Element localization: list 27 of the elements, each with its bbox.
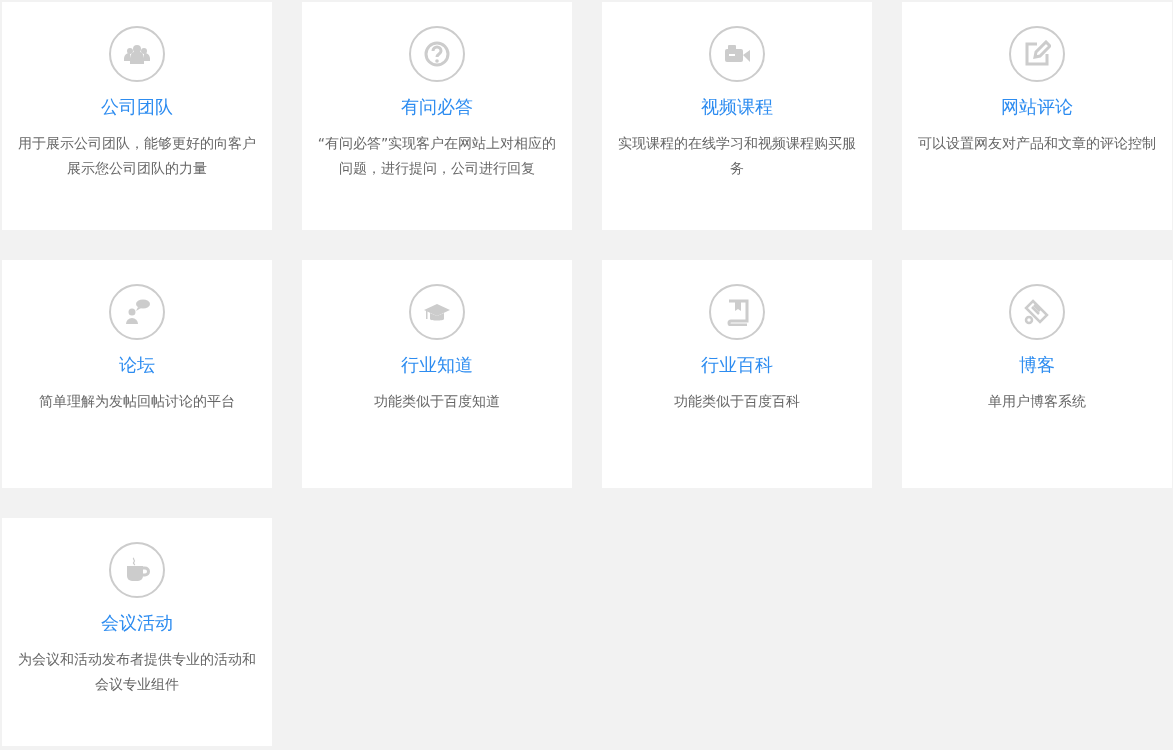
- card-title: 论坛: [119, 353, 155, 377]
- card-description: 单用户博客系统: [987, 392, 1087, 411]
- card-description: 功能类似于百度百科: [673, 392, 801, 411]
- card-title: 公司团队: [101, 95, 173, 119]
- card-description: 实现课程的在线学习和视频课程购买服务: [617, 134, 857, 178]
- card-title: 会议活动: [101, 611, 173, 635]
- feature-card[interactable]: 有问必答 “有问必答”实现客户在网站上对相应的问题，进行提问，公司进行回复: [302, 2, 572, 230]
- card-description: “有问必答”实现客户在网站上对相应的问题，进行提问，公司进行回复: [316, 134, 558, 178]
- feature-card[interactable]: 行业知道 功能类似于百度知道: [302, 260, 572, 488]
- feature-card[interactable]: 网站评论 可以设置网友对产品和文章的评论控制: [902, 2, 1172, 230]
- card-description: 功能类似于百度知道: [373, 392, 501, 411]
- feature-card[interactable]: 行业百科 功能类似于百度百科: [602, 260, 872, 488]
- card-description: 为会议和活动发布者提供专业的活动和会议专业组件: [17, 650, 257, 694]
- card-description: 用于展示公司团队，能够更好的向客户展示您公司团队的力量: [17, 134, 257, 178]
- card-title: 行业百科: [701, 353, 773, 377]
- card-title: 有问必答: [401, 95, 473, 119]
- feature-card[interactable]: 公司团队 用于展示公司团队，能够更好的向客户展示您公司团队的力量: [2, 2, 272, 230]
- feature-card[interactable]: 会议活动 为会议和活动发布者提供专业的活动和会议专业组件: [2, 518, 272, 746]
- card-title: 网站评论: [1001, 95, 1073, 119]
- card-title: 行业知道: [401, 353, 473, 377]
- feature-card[interactable]: 论坛 简单理解为发帖回帖讨论的平台: [2, 260, 272, 488]
- card-title: 视频课程: [701, 95, 773, 119]
- feature-card[interactable]: 博客 单用户博客系统: [902, 260, 1172, 488]
- feature-card[interactable]: 视频课程 实现课程的在线学习和视频课程购买服务: [602, 2, 872, 230]
- card-description: 简单理解为发帖回帖讨论的平台: [38, 392, 236, 411]
- card-title: 博客: [1019, 353, 1055, 377]
- card-description: 可以设置网友对产品和文章的评论控制: [917, 134, 1157, 153]
